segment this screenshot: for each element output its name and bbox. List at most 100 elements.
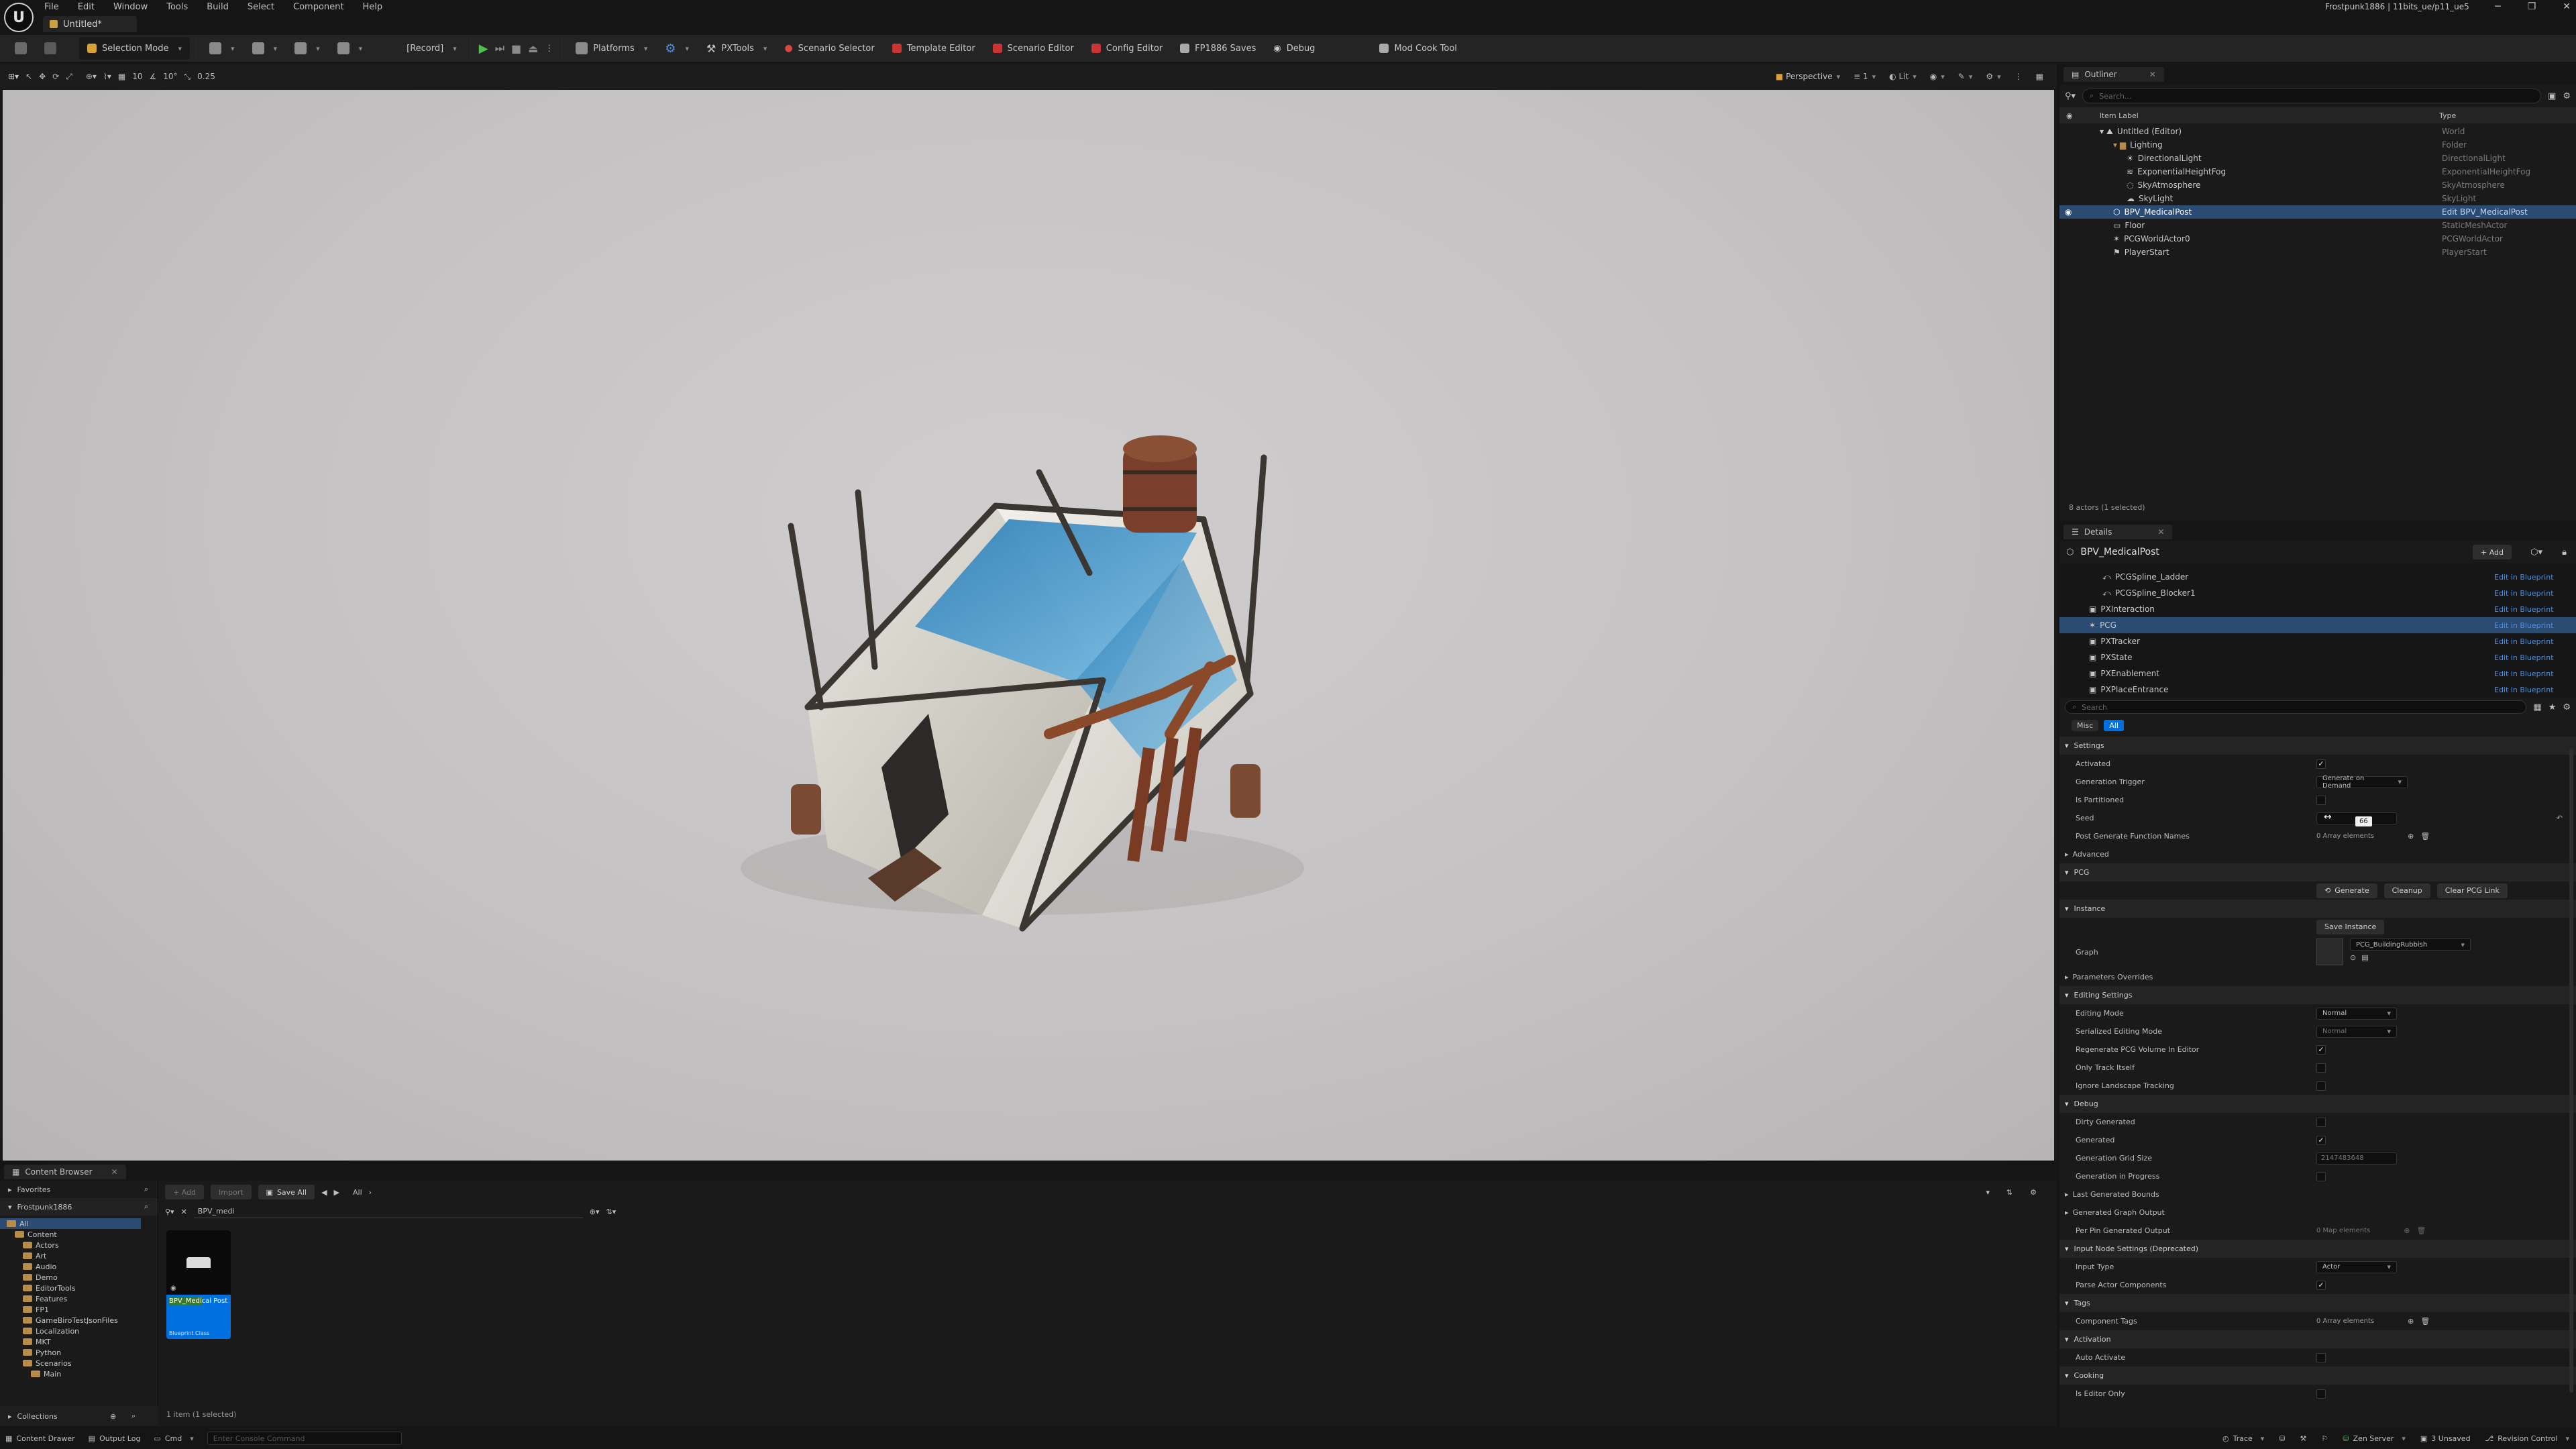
grid-snap-value[interactable]: 10 [132,72,142,81]
add-button[interactable]: + Add [165,1185,205,1199]
prop-graph-output[interactable]: ▸ Generated Graph Output [2059,1203,2576,1222]
component-row[interactable]: ▣ PXTracker Edit in Blueprint [2059,633,2576,649]
outliner-row[interactable]: ☁ SkyLight SkyLight [2059,192,2576,205]
maximize-icon[interactable]: ❐ [2528,1,2536,12]
category-activation[interactable]: ▾ Activation [2059,1330,2576,1348]
folder-item[interactable]: GameBiroTestJsonFiles [0,1315,158,1326]
outliner-row[interactable]: ⚑ PlayerStart PlayerStart [2059,246,2576,259]
details-search-input[interactable]: ⌕ Search [2065,700,2527,714]
add-content-button[interactable] [201,37,243,60]
edit-in-blueprint-link[interactable]: Edit in Blueprint [2494,573,2554,582]
menu-edit[interactable]: Edit [78,2,95,12]
component-row-selected[interactable]: ✶ PCG Edit in Blueprint [2059,617,2576,633]
rotation-snap-icon[interactable]: ∡ [149,72,156,81]
component-row[interactable]: ⤺ PCGSpline_Blocker1 Edit in Blueprint [2059,585,2576,601]
project-header[interactable]: Frostpunk1886 [17,1203,72,1212]
viewport-menu-icon[interactable]: ⋮ [2015,72,2023,81]
menu-component[interactable]: Component [293,2,343,12]
scale-snap-icon[interactable]: ⤡ [184,72,191,82]
zen-server-button[interactable]: ⛁ Zen Server [2343,1434,2406,1443]
outliner-row[interactable]: ✶ PCGWorldActor0 PCGWorldActor [2059,232,2576,246]
outliner-row-selected[interactable]: ◉ ⬡ BPV_MedicalPost Edit BPV_MedicalPost [2059,205,2576,219]
step-button[interactable]: ⏭ [492,37,507,60]
outliner-row[interactable]: ▾ ⛰ Untitled (Editor) World [2059,125,2576,138]
browse-asset-icon[interactable]: ⊙ [2350,953,2356,962]
graph-asset-dropdown[interactable]: PCG_BuildingRubbish [2350,938,2471,951]
add-element-icon[interactable]: ⊕ [2408,1317,2414,1326]
category-input-node[interactable]: ▾ Input Node Settings (Deprecated) [2059,1240,2576,1258]
category-pcg[interactable]: ▾ PCG [2059,863,2576,881]
cmd-button[interactable]: ▭ Cmd [154,1434,193,1443]
component-row[interactable]: ▣ PXEnablement Edit in Blueprint [2059,665,2576,682]
outliner-col-type[interactable]: Type [2439,111,2456,120]
category-debug[interactable]: ▾ Debug [2059,1095,2576,1113]
save-search-icon[interactable]: ⊕▾ [590,1208,600,1216]
scale-tool-icon[interactable]: ⤢ [66,72,72,82]
transform-menu-icon[interactable]: ⊞▾ [8,72,19,81]
blueprint-options-icon[interactable]: ⬡▾ [2530,547,2542,557]
regenerate-checkbox[interactable]: ✓ [2316,1044,2326,1055]
source-control-icon[interactable]: ⇅ [2006,1188,2012,1197]
add-component-button[interactable]: + Add [2472,545,2512,559]
derived-data-icon[interactable]: ⛁ [2279,1434,2285,1443]
surface-snap-icon[interactable]: ⌇▾ [103,72,111,81]
favorites-header[interactable]: Favorites [17,1185,51,1194]
edit-in-blueprint-link[interactable]: Edit in Blueprint [2494,686,2554,694]
content-browser-tab[interactable]: ▦ Content Browser ✕ [4,1165,126,1179]
record-button[interactable]: [Record] [398,37,465,60]
activated-checkbox[interactable]: ✓ [2316,759,2326,769]
realtime-button[interactable]: ✎ [1958,72,1973,81]
template-editor-button[interactable]: Template Editor [884,37,983,60]
content-browser-close-icon[interactable]: ✕ [111,1167,118,1177]
details-close-icon[interactable]: ✕ [2157,527,2164,537]
grid-snap-icon[interactable]: ▦ [118,72,125,81]
history-forward-icon[interactable]: ▶ [334,1188,339,1197]
viewport-scene[interactable] [3,90,2054,1161]
folder-item[interactable]: Art [0,1250,158,1261]
details-scrollbar[interactable] [2569,749,2573,1393]
folder-item[interactable]: Demo [0,1272,158,1283]
play-button[interactable]: ▶ [476,37,491,60]
menu-select[interactable]: Select [248,2,274,12]
viewport-layout-icon[interactable]: ▦ [2036,72,2043,81]
medical-post-tent[interactable] [3,90,2054,1161]
component-row[interactable]: ▣ PXPlaceEntrance Edit in Blueprint [2059,682,2576,698]
revision-control-button[interactable]: ⎇ Revision Control [2485,1434,2569,1443]
outliner-row[interactable]: ▾ ▆ Lighting Folder [2059,138,2576,152]
graph-thumbnail[interactable] [2316,938,2343,965]
search-icon[interactable]: ⌕ [144,1202,148,1212]
reset-arrow-icon[interactable]: ↶ [2557,814,2563,822]
auto-activate-checkbox[interactable] [2316,1352,2326,1362]
folder-item[interactable]: Actors [0,1240,158,1250]
lit-button[interactable]: ◐ Lit [1889,72,1917,81]
trash-icon[interactable]: 🗑︎ [2420,832,2430,841]
outliner-row[interactable]: ▭ Floor StaticMeshActor [2059,219,2576,232]
selection-mode-button[interactable]: Selection Mode [79,37,190,60]
category-settings[interactable]: ▾ Settings [2059,737,2576,755]
category-editing-settings[interactable]: ▾ Editing Settings [2059,986,2576,1004]
expand-arrow-icon[interactable]: ▸ [8,1412,12,1421]
debug-button[interactable]: ◉ Debug [1265,37,1323,60]
outliner-tab[interactable]: ▤ Outliner ✕ [2063,67,2164,82]
is-partitioned-checkbox[interactable] [2316,795,2326,805]
prop-last-bounds[interactable]: ▸ Last Generated Bounds [2059,1185,2576,1203]
scenario-selector-button[interactable]: ● Scenario Selector [776,37,882,60]
clear-pcg-link-button[interactable]: Clear PCG Link [2436,883,2508,898]
add-collection-icon[interactable]: ⊕ [110,1412,116,1421]
outliner-add-folder-icon[interactable]: ▣ [2548,91,2556,101]
outliner-search-input[interactable]: ⌕ Search... [2082,89,2542,103]
outliner-row[interactable]: ◌ SkyAtmosphere SkyAtmosphere [2059,178,2576,192]
viewport-settings-button[interactable]: ⚙ [1986,72,2000,81]
fp1886-saves-button[interactable]: FP1886 Saves [1172,37,1264,60]
editor-only-checkbox[interactable] [2316,1389,2326,1399]
ignore-landscape-checkbox[interactable] [2316,1081,2326,1091]
details-tab[interactable]: ☰ Details ✕ [2063,525,2173,539]
import-button[interactable]: Import [211,1185,252,1199]
folder-item[interactable]: EditorTools [0,1283,158,1293]
select-tool-icon[interactable]: ↖ [25,72,32,81]
show-flags-button[interactable]: ◉ [1930,72,1945,81]
console-input[interactable]: Enter Console Command [207,1432,402,1445]
folder-item[interactable]: Main [0,1368,158,1379]
platforms-button[interactable]: Platforms [568,37,655,60]
collapse-arrow-icon[interactable]: ▾ [8,1203,12,1212]
